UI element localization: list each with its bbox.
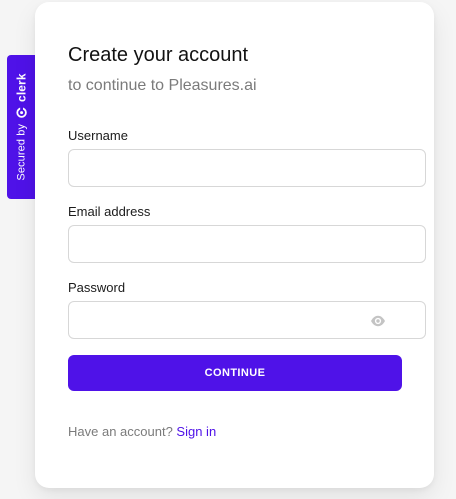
page-subtitle: to continue to Pleasures.ai bbox=[68, 77, 257, 94]
email-input[interactable] bbox=[68, 225, 426, 263]
email-label: Email address bbox=[68, 204, 151, 219]
secured-by-text: Secured by bbox=[16, 123, 28, 181]
username-label: Username bbox=[68, 128, 128, 143]
page-background: Secured by clerk Create your account to … bbox=[0, 0, 456, 499]
password-label: Password bbox=[68, 280, 126, 295]
signup-card: Create your account to continue to Pleas… bbox=[35, 2, 434, 488]
signin-prompt: Have an account? Sign in bbox=[68, 424, 216, 439]
secured-by-clerk-badge[interactable]: Secured by clerk bbox=[7, 55, 37, 199]
page-title: Create your account bbox=[68, 44, 249, 66]
signin-link[interactable]: Sign in bbox=[176, 424, 216, 439]
badge-content: Secured by clerk bbox=[15, 73, 29, 180]
clerk-logo-icon bbox=[16, 106, 28, 119]
clerk-brand-text: clerk bbox=[15, 73, 29, 102]
continue-button[interactable]: Continue bbox=[68, 355, 402, 391]
have-account-text: Have an account? bbox=[68, 424, 173, 439]
eye-icon[interactable] bbox=[369, 312, 387, 330]
username-input[interactable] bbox=[68, 149, 426, 187]
